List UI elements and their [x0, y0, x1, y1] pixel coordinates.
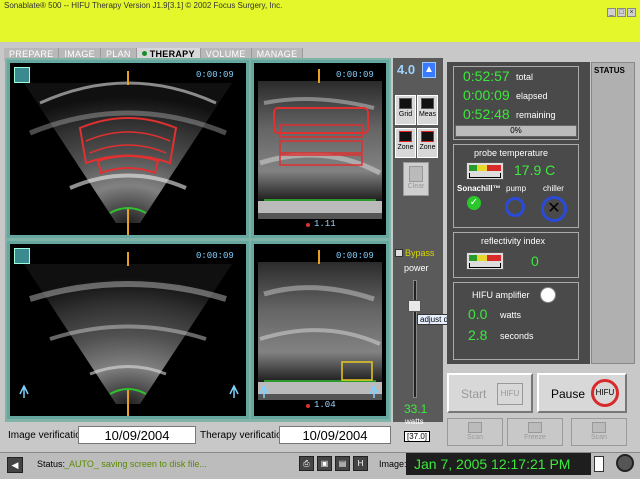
start-hifu-button[interactable]: Start HIFU	[447, 373, 533, 413]
power-value: 33.1	[404, 402, 428, 416]
start-label: Start	[461, 387, 487, 401]
transverse-view-top[interactable]: 0:00:09	[7, 60, 249, 238]
freeze-button[interactable]: Freeze	[507, 418, 563, 446]
status-column	[591, 62, 635, 364]
elapsed-time: 0:00:09	[463, 87, 510, 103]
clear-button[interactable]: Clear	[403, 162, 429, 196]
therapy-verification-label: Therapy verification	[200, 430, 288, 441]
pause-label: Pause	[551, 387, 586, 401]
status-title: STATUS	[594, 66, 625, 75]
hifu-watts-label: watts	[500, 310, 522, 320]
depth-readout: 1.04	[314, 400, 336, 410]
sagittal-view-bottom[interactable]: 0:00:09 1.04	[251, 241, 389, 419]
freeze-icon	[528, 422, 542, 433]
depth-readout: 1.11	[314, 219, 336, 229]
progress-text: 0%	[510, 126, 522, 135]
window-controls: _ □ ×	[606, 1, 636, 17]
clear-icon	[409, 166, 423, 182]
zone-button-2[interactable]: Zone	[417, 128, 438, 158]
zone-icon	[399, 131, 412, 142]
bypass-toggle[interactable]: Bypass	[395, 248, 435, 258]
scan-button-1[interactable]: Scan	[447, 418, 503, 446]
measure-icon	[421, 98, 434, 109]
total-time: 0:52:57	[463, 68, 510, 84]
grid-button[interactable]: Grid	[395, 95, 416, 125]
probe-temperature-title: probe temperature	[474, 148, 549, 158]
reflectivity-gauge	[466, 252, 504, 270]
power-slider-track[interactable]	[413, 280, 417, 398]
bypass-checkbox[interactable]	[395, 249, 403, 257]
image-label: Image:	[379, 459, 407, 469]
chiller-label: chiller	[543, 184, 564, 193]
gear-icon[interactable]	[616, 454, 634, 472]
remaining-time: 0:52:48	[463, 106, 510, 122]
scale-readout: 4.0	[397, 62, 416, 77]
image-verification-label: Image verification	[8, 430, 87, 441]
hifu-watts-value: 0.0	[468, 306, 488, 322]
active-indicator-icon	[141, 51, 147, 56]
grid-icon	[399, 98, 412, 109]
orientation-icon[interactable]: ▲	[422, 62, 436, 78]
probe-temperature-gauge	[466, 162, 504, 180]
transverse-view-bottom[interactable]: 0:00:09	[7, 241, 249, 419]
watts-label: watts	[405, 417, 424, 426]
hifu-amplifier-title: HIFU amplifier	[472, 290, 530, 300]
pump-icon	[505, 197, 525, 217]
sonachill-ok-icon: ✓	[467, 196, 481, 210]
pump-label: pump	[506, 184, 527, 193]
image-timestamp: Jan 7, 2005 12:17:21 PM	[406, 453, 591, 475]
therapy-verification-date: 10/09/2004	[279, 426, 391, 444]
image-verification-date: 10/09/2004	[78, 426, 196, 444]
sagittal-view-top[interactable]: 0:00:09 1.11	[251, 60, 389, 238]
zone-button-1[interactable]: Zone	[395, 128, 416, 158]
measure-button[interactable]: Meas	[417, 95, 438, 125]
power-setting: [37.0]	[404, 431, 431, 442]
zone-icon	[421, 131, 434, 142]
ultrasound-image-area: 0:00:09 0:00:09 1.11 0:00:09 0:00:09 1.0…	[5, 58, 391, 422]
pause-hifu-button[interactable]: Pause HIFU	[537, 373, 627, 413]
probe-temperature-value: 17.9 C	[514, 162, 556, 178]
print-icon[interactable]: ⎙	[299, 456, 314, 471]
total-label: total	[516, 72, 534, 82]
hifu-start-icon: HIFU	[497, 383, 523, 405]
sagittal-ultrasound-image	[258, 250, 382, 408]
status-message: _AUTO_ saving screen to disk file...	[64, 459, 207, 469]
transverse-ultrasound-image	[19, 252, 239, 416]
remaining-label: remaining	[516, 110, 556, 120]
save-all-icon[interactable]: ▤	[335, 456, 350, 471]
hifu-seconds-label: seconds	[500, 331, 534, 341]
workflow-tabs: PREPARE IMAGE PLAN THERAPY VOLUME MANAGE	[4, 44, 444, 61]
amplifier-status-icon	[540, 287, 556, 303]
maximize-button[interactable]: □	[617, 8, 626, 17]
status-label: Status:	[37, 459, 66, 469]
hold-icon[interactable]: H	[353, 456, 368, 471]
power-label: power	[404, 263, 429, 273]
close-button[interactable]: ×	[627, 8, 636, 17]
scan-icon	[592, 422, 606, 433]
transverse-ultrasound-image	[24, 71, 232, 235]
scan-icon	[468, 422, 482, 433]
reflectivity-value: 0	[531, 253, 539, 269]
reflectivity-title: reflectivity index	[481, 236, 546, 246]
window-title: Sonablate® 500 -- HIFU Therapy Version J…	[4, 1, 283, 10]
device-icon	[594, 456, 604, 472]
progress-bar: 0%	[455, 125, 577, 137]
hifu-seconds-value: 2.8	[468, 327, 488, 343]
scan-button-2[interactable]: Scan	[571, 418, 627, 446]
minimize-button[interactable]: _	[607, 8, 616, 17]
speaker-icon[interactable]: ◀	[7, 457, 23, 473]
sagittal-ultrasound-image	[258, 69, 382, 227]
save-icon[interactable]: ▣	[317, 456, 332, 471]
chiller-off-icon: ✕	[541, 196, 567, 222]
power-slider-thumb[interactable]	[408, 300, 421, 313]
elapsed-label: elapsed	[516, 91, 548, 101]
hifu-pause-icon: HIFU	[591, 379, 619, 407]
sonachill-label: Sonachill™	[457, 184, 501, 193]
